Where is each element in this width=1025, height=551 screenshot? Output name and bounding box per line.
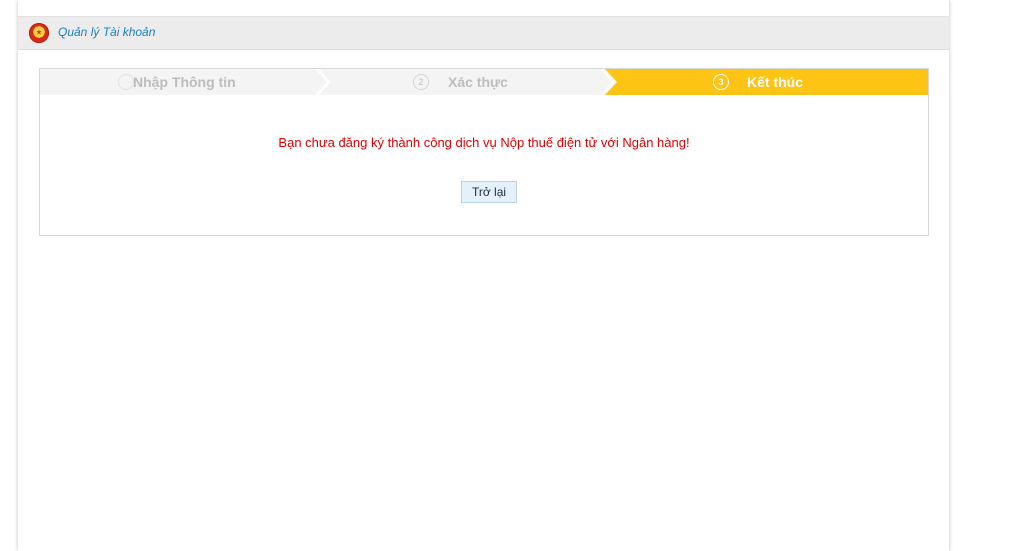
step-verify: 2 Xác thực <box>325 69 615 95</box>
step-label-enter-info: Nhập Thông tin <box>133 74 236 90</box>
step-number-1: 1 <box>118 74 134 90</box>
section-title: Quản lý Tài khoản <box>58 25 156 39</box>
top-strip <box>18 0 949 17</box>
step-label-finish: Kết thúc <box>747 74 803 90</box>
step-enter-info: 1 Nhập Thông tin <box>40 69 325 95</box>
error-message: Bạn chưa đăng ký thành công dịch vụ Nộp … <box>278 135 690 150</box>
result-panel: 1 Nhập Thông tin 2 Xác thực 3 Kết thúc B… <box>39 68 929 236</box>
step-number-3: 3 <box>713 74 729 90</box>
step-progress: 1 Nhập Thông tin 2 Xác thực 3 Kết thúc <box>40 69 928 95</box>
step-finish: 3 Kết thúc <box>605 69 928 95</box>
section-header: Quản lý Tài khoản <box>18 17 949 50</box>
page-container: Quản lý Tài khoản 1 Nhập Thông tin 2 Xác… <box>18 0 949 551</box>
back-button[interactable]: Trở lại <box>461 181 517 203</box>
national-emblem-icon <box>29 23 49 43</box>
step-label-verify: Xác thực <box>448 74 508 90</box>
step-number-2: 2 <box>413 74 429 90</box>
